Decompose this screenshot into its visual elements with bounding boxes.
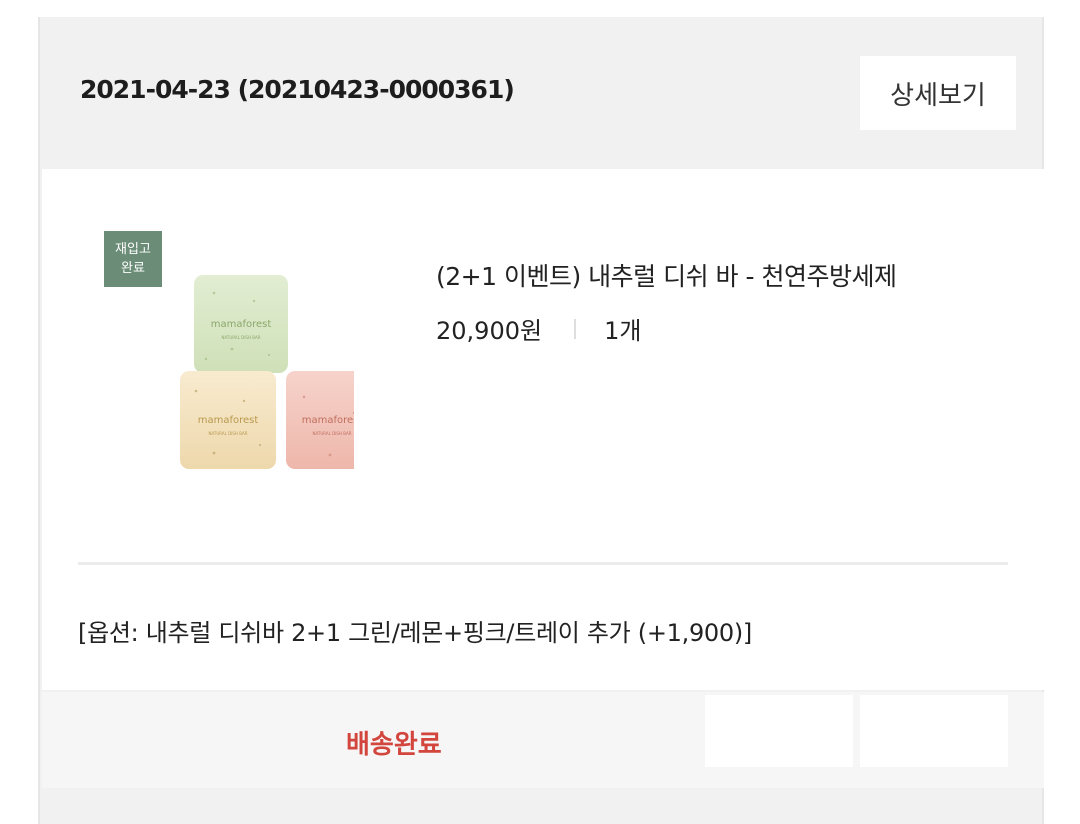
restock-badge-line1: 재입고 [115, 242, 151, 257]
soap-sub-text-green: NATURAL DISH BAR [222, 335, 261, 340]
meta-separator [574, 318, 577, 339]
product-thumbnail[interactable]: 재입고 완료 mamaforest mamaforest mamafore NA… [104, 231, 378, 481]
order-header: 2021-04-23 (20210423-0000361) 상세보기 [40, 17, 1042, 167]
soap-brand-text-yellow: mamaforest [198, 415, 259, 426]
restock-badge-line2: 완료 [121, 261, 145, 276]
product-price: 20,900원 [436, 317, 543, 345]
product-name[interactable]: (2+1 이벤트) 내추럴 디쉬 바 - 천연주방세제 [436, 257, 897, 293]
order-footer: 배송완료 [42, 692, 1044, 788]
action-button-2[interactable] [860, 695, 1008, 767]
soap-sub-text-pink: NATURAL DISH BAR [313, 431, 352, 436]
order-card: 2021-04-23 (20210423-0000361) 상세보기 재입고 완… [38, 17, 1044, 824]
soap-brand-text-pink: mamaforest [302, 415, 354, 426]
restock-badge: 재입고 완료 [104, 231, 162, 287]
product-meta: 20,900원 1개 [436, 311, 641, 346]
soap-sub-text-yellow: NATURAL DISH BAR [209, 431, 248, 436]
action-button-1[interactable] [705, 695, 853, 767]
soap-brand-text-green: mamaforest [211, 319, 272, 330]
product-quantity: 1개 [604, 317, 642, 345]
divider [78, 562, 1008, 565]
order-body: 재입고 완료 mamaforest mamaforest mamafore NA… [42, 169, 1044, 690]
view-details-button[interactable]: 상세보기 [860, 56, 1016, 130]
delivery-status: 배송완료 [346, 730, 442, 760]
order-date-number: 2021-04-23 (20210423-0000361) [80, 75, 515, 104]
product-option: [옵션: 내추럴 디쉬바 2+1 그린/레몬+핑크/트레이 추가 (+1,900… [78, 619, 752, 647]
